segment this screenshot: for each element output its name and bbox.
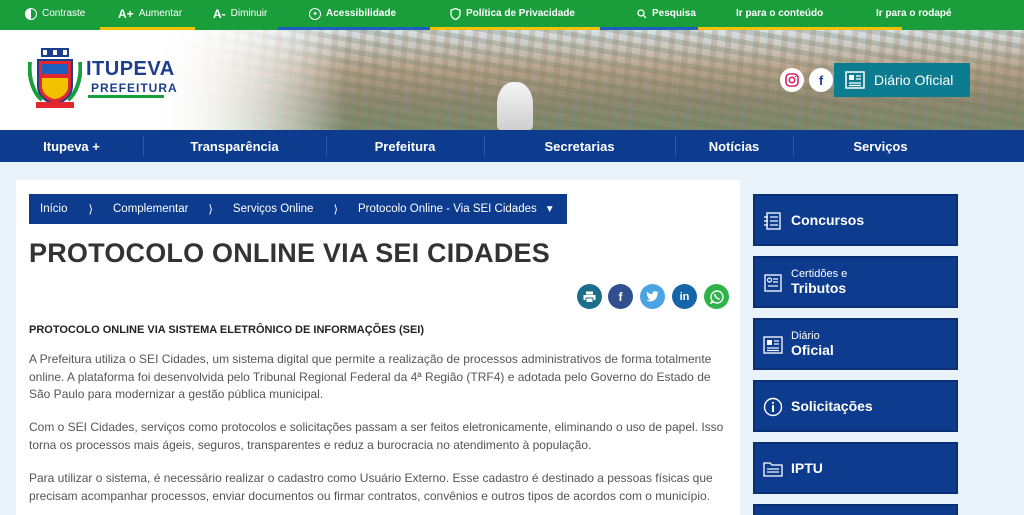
info-icon xyxy=(763,397,783,417)
banner-fade xyxy=(150,30,350,130)
decrease-font-button[interactable]: A- Diminuir xyxy=(213,0,267,27)
search-link[interactable]: Pesquisa xyxy=(637,0,696,27)
breadcrumb-separator: ⟩ xyxy=(88,204,94,216)
facebook-icon: f xyxy=(618,289,623,304)
statue-image xyxy=(497,82,533,130)
newspaper-icon xyxy=(845,71,865,89)
page-title: PROTOCOLO ONLINE VIA SEI CIDADES xyxy=(29,238,550,268)
chevron-down-icon[interactable]: ▼ xyxy=(545,204,555,215)
diario-oficial-button[interactable]: Diário Oficial xyxy=(834,63,970,97)
share-whatsapp-button[interactable] xyxy=(704,284,729,309)
breadcrumb-item-inicio[interactable]: Início xyxy=(40,203,68,215)
nav-item-transparencia[interactable]: Transparência xyxy=(143,130,326,162)
nav-item-prefeitura[interactable]: Prefeitura xyxy=(326,130,484,162)
skip-to-footer-link[interactable]: Ir para o rodapé xyxy=(876,0,952,27)
brand-underline xyxy=(88,95,164,98)
nav-item-noticias[interactable]: Notícias xyxy=(675,130,793,162)
share-linkedin-button[interactable]: in xyxy=(672,284,697,309)
newspaper-icon xyxy=(763,336,783,354)
twitter-icon xyxy=(646,291,659,302)
nav-item-itupeva[interactable]: Itupeva + xyxy=(0,130,143,162)
linkedin-icon: in xyxy=(679,290,690,303)
content-card xyxy=(16,180,740,515)
sidebar-iptu-button[interactable]: IPTU xyxy=(753,442,958,494)
breadcrumb-item-current: Protocolo Online - Via SEI Cidades xyxy=(357,203,537,215)
coat-of-arms-logo[interactable] xyxy=(28,48,82,110)
breadcrumb-item-complementar[interactable]: Complementar xyxy=(113,203,188,215)
sidebar-certidoes-button[interactable]: Certidões e Tributos xyxy=(753,256,958,308)
breadcrumb: Início ⟩ Complementar ⟩ Serviços Online … xyxy=(29,194,567,224)
contrast-icon xyxy=(25,7,37,20)
increase-font-button[interactable]: A+ Aumentar xyxy=(118,0,182,27)
document-list-icon xyxy=(764,212,781,230)
accessibility-link[interactable]: ✦ Acessibilidade xyxy=(309,0,396,27)
paragraph: Com o SEI Cidades, serviços como protoco… xyxy=(29,420,724,452)
paragraph: A Prefeitura utiliza o SEI Cidades, um s… xyxy=(29,352,712,401)
site-header: ITUPEVA PREFEITURA f Diário Oficial xyxy=(0,30,1024,130)
sidebar-solicitacoes-button[interactable]: Solicitações xyxy=(753,380,958,432)
brand-subtitle: PREFEITURA xyxy=(91,81,178,95)
instagram-icon xyxy=(785,73,799,87)
sidebar-concursos-button[interactable]: Concursos xyxy=(753,194,958,246)
nav-item-secretarias[interactable]: Secretarias xyxy=(484,130,675,162)
privacy-policy-link[interactable]: Política de Privacidade xyxy=(450,0,575,27)
nav-item-servicos[interactable]: Serviços xyxy=(793,130,968,162)
print-button[interactable] xyxy=(577,284,602,309)
breadcrumb-separator: ⟩ xyxy=(333,204,338,216)
whatsapp-icon xyxy=(709,289,724,304)
main-navigation: Itupeva + Transparência Prefeitura Secre… xyxy=(0,130,1024,162)
share-twitter-button[interactable] xyxy=(640,284,665,309)
sidebar-diario-oficial-button[interactable]: Diário Oficial xyxy=(753,318,958,370)
font-increase-icon: A+ xyxy=(118,6,134,21)
accessibility-icon: ✦ xyxy=(309,7,321,20)
instagram-button[interactable] xyxy=(780,68,804,92)
sidebar-next-button[interactable] xyxy=(753,504,958,515)
font-decrease-icon: A- xyxy=(213,6,226,21)
contrast-toggle[interactable]: Contraste xyxy=(25,0,85,27)
accessibility-bar: Contraste A+ Aumentar A- Diminuir ✦ Aces… xyxy=(0,0,1024,30)
breadcrumb-separator: ⟩ xyxy=(208,204,213,216)
search-icon xyxy=(637,8,647,18)
paragraph: Para utilizar o sistema, é necessário re… xyxy=(29,471,713,503)
skip-to-content-link[interactable]: Ir para o conteúdo xyxy=(736,0,823,27)
facebook-icon: f xyxy=(818,72,824,88)
folder-icon xyxy=(763,462,783,477)
print-icon xyxy=(583,291,596,303)
brand-name: ITUPEVA xyxy=(86,58,175,80)
share-facebook-button[interactable]: f xyxy=(608,284,633,309)
section-subheading: PROTOCOLO ONLINE VIA SISTEMA ELETRÔNICO … xyxy=(29,324,425,336)
facebook-button[interactable]: f xyxy=(809,68,833,92)
shield-icon xyxy=(450,7,461,20)
certificate-icon xyxy=(764,274,782,292)
breadcrumb-item-servicos-online[interactable]: Serviços Online xyxy=(233,203,314,215)
